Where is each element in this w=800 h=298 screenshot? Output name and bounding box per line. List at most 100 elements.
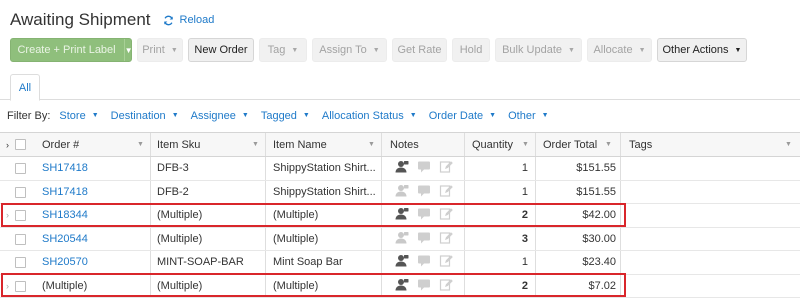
column-menu-icon[interactable]: ▼ [605,141,612,148]
create-print-label-label: Create + Print Label [17,44,116,56]
row-checkbox[interactable] [15,233,26,245]
column-menu-icon[interactable]: ▼ [252,141,259,148]
table-row[interactable]: › (Multiple) (Multiple) (Multiple) 2 $7.… [0,274,800,298]
row-checkbox[interactable] [15,186,26,198]
filter-by-label: Filter By: [7,109,51,122]
customer-note-icon[interactable] [395,184,409,200]
message-icon[interactable] [417,207,431,223]
row-checkbox[interactable] [15,280,26,292]
order-number[interactable]: SH17418 [42,157,88,180]
edit-note-icon[interactable] [439,278,453,294]
message-icon[interactable] [417,160,431,176]
expand-row-icon[interactable]: › [6,204,14,227]
print-button[interactable]: Print ▼ [137,38,183,62]
chevron-down-icon: ▼ [291,46,299,54]
chevron-down-icon: ▼ [170,46,178,54]
table-row[interactable]: SH17418 DFB-2 ShippyStation Shirt... 1 $… [0,180,800,204]
table-row[interactable]: SH20570 MINT-SOAP-BAR Mint Soap Bar 1 $2… [0,251,800,275]
allocate-button[interactable]: Allocate ▼ [587,38,652,62]
column-menu-icon[interactable]: ▼ [522,141,529,148]
item-sku: DFB-2 [157,185,189,198]
order-total: $30.00 [582,232,616,245]
column-menu-icon[interactable]: ▼ [368,141,375,148]
edit-note-icon[interactable] [439,231,453,247]
assign-to-button[interactable]: Assign To ▼ [312,38,387,62]
customer-note-icon[interactable] [395,254,409,270]
hold-button[interactable]: Hold [452,38,490,62]
reload-button[interactable]: Reload [163,14,214,26]
table-row[interactable]: › SH18344 (Multiple) (Multiple) 2 $42.00 [0,204,800,228]
row-checkbox[interactable] [15,210,26,221]
row-checkbox[interactable] [15,257,26,268]
filter-allocation-status[interactable]: Allocation Status ▼ [322,110,417,122]
tags-cell [629,275,789,298]
order-total: $42.00 [582,209,616,222]
edit-note-icon[interactable] [439,254,453,270]
order-total: $7.02 [588,279,616,292]
item-name: ShippyStation Shirt... [273,185,376,198]
notes-cell [395,204,453,227]
quantity: 1 [521,162,528,175]
filter-assignee[interactable]: Assignee ▼ [191,110,249,122]
order-number[interactable]: SH18344 [42,204,88,227]
message-icon[interactable] [417,254,431,270]
bulk-update-button[interactable]: Bulk Update ▼ [495,38,582,62]
order-number[interactable]: SH17418 [42,181,88,204]
customer-note-icon[interactable] [395,278,409,294]
select-all-checkbox[interactable] [15,139,26,150]
order-number: (Multiple) [42,279,88,292]
column-header-tags[interactable]: Tags [629,133,652,156]
column-menu-icon[interactable]: ▼ [137,141,144,148]
view-tabs: All [0,74,800,101]
page-header: Awaiting Shipment Reload [10,9,214,31]
tag-button[interactable]: Tag ▼ [259,38,307,62]
order-number[interactable]: SH20570 [42,251,88,274]
message-icon[interactable] [417,278,431,294]
filter-destination[interactable]: Destination ▼ [111,110,179,122]
filter-store[interactable]: Store ▼ [59,110,98,122]
new-order-button[interactable]: New Order [188,38,254,62]
customer-note-icon[interactable] [395,207,409,223]
edit-note-icon[interactable] [439,160,453,176]
filter-allocation-status-label: Allocation Status [321,109,404,122]
column-header-sku[interactable]: Item Sku [157,133,200,156]
print-label: Print [142,44,165,56]
column-header-notes[interactable]: Notes [390,133,419,156]
column-header-order[interactable]: Order # [42,133,79,156]
edit-note-icon[interactable] [439,207,453,223]
expand-row-icon[interactable]: › [6,275,14,298]
chevron-down-icon[interactable]: ▼ [123,39,133,61]
order-number[interactable]: SH20544 [42,228,88,251]
order-total: $151.55 [576,185,616,198]
tab-all[interactable]: All [10,74,40,101]
filter-other[interactable]: Other ▼ [508,110,548,122]
expand-all-icon[interactable]: › [6,133,14,156]
orders-grid: › Order # ▼ Item Sku ▼ Item Name ▼ Notes… [0,132,800,298]
get-rate-button[interactable]: Get Rate [392,38,447,62]
column-menu-icon[interactable]: ▼ [785,141,792,148]
chevron-down-icon: ▼ [302,112,310,119]
item-sku: (Multiple) [157,279,203,292]
message-icon[interactable] [417,231,431,247]
other-actions-button[interactable]: Other Actions ▼ [657,38,747,62]
message-icon[interactable] [417,184,431,200]
table-row[interactable]: SH20544 (Multiple) (Multiple) 3 $30.00 [0,227,800,251]
customer-note-icon[interactable] [395,231,409,247]
column-header-quantity[interactable]: Quantity [472,133,513,156]
create-print-label-button[interactable]: Create + Print Label ▼ [10,38,133,62]
table-row[interactable]: SH17418 DFB-3 ShippyStation Shirt... 1 $… [0,157,800,181]
tags-cell [629,251,789,274]
notes-cell [395,181,453,204]
notes-cell [395,251,453,274]
filter-tagged[interactable]: Tagged ▼ [261,110,310,122]
tag-label: Tag [267,44,286,56]
customer-note-icon[interactable] [395,160,409,176]
edit-note-icon[interactable] [439,184,453,200]
chevron-down-icon: ▼ [91,112,99,119]
filter-order-date[interactable]: Order Date ▼ [429,110,496,122]
column-header-name[interactable]: Item Name [273,133,327,156]
column-header-order-total[interactable]: Order Total [543,133,597,156]
row-checkbox[interactable] [15,163,26,174]
order-total: $151.55 [576,162,616,175]
expand-row-icon [6,181,14,204]
